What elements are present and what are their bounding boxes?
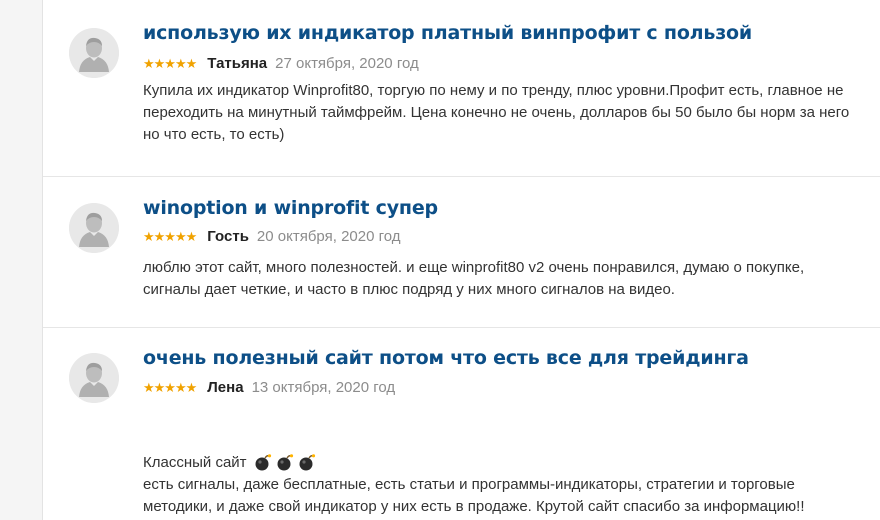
rating-stars-icon: ★★★★★ bbox=[143, 229, 197, 244]
review-text: люблю этот сайт, много полезностей. и ещ… bbox=[143, 257, 873, 301]
review-meta: ★★★★★ Лена 13 октября, 2020 год bbox=[143, 379, 395, 396]
review-text-line: есть сигналы, даже бесплатные, есть стат… bbox=[143, 476, 795, 493]
review-date: 20 октября, 2020 год bbox=[256, 228, 401, 245]
review-title[interactable]: использую их индикатор платный винпрофит… bbox=[143, 22, 752, 44]
bomb-emoji-icon bbox=[273, 453, 295, 471]
review-text-line: Купила их индикатор Winprofit80, торгую … bbox=[143, 82, 844, 99]
review-author: Гость bbox=[207, 228, 249, 245]
user-avatar-icon bbox=[69, 203, 119, 253]
review-date: 13 октября, 2020 год bbox=[251, 379, 396, 396]
review-title[interactable]: winoption и winprofit супер bbox=[143, 197, 438, 219]
bomb-emoji-icon bbox=[251, 453, 273, 471]
review-text-line: сигналы дает четкие, и часто в плюс подр… bbox=[143, 281, 675, 298]
review-author: Лена bbox=[207, 379, 244, 396]
user-avatar-icon bbox=[69, 353, 119, 403]
review-meta: ★★★★★ Татьяна 27 октября, 2020 год bbox=[143, 55, 419, 72]
review-text: Классный сайт есть сигналы, даже бесплат… bbox=[143, 452, 873, 518]
rating-stars-icon: ★★★★★ bbox=[143, 380, 197, 395]
review-text-line: люблю этот сайт, много полезностей. и ещ… bbox=[143, 259, 805, 276]
review-item: очень полезный сайт потом что есть все д… bbox=[43, 328, 880, 520]
review-title[interactable]: очень полезный сайт потом что есть все д… bbox=[143, 347, 749, 369]
user-avatar-icon bbox=[69, 28, 119, 78]
review-author: Татьяна bbox=[207, 55, 268, 72]
reviews-panel: использую их индикатор платный винпрофит… bbox=[42, 0, 880, 520]
rating-stars-icon: ★★★★★ bbox=[143, 56, 197, 71]
review-text-line: Классный сайт bbox=[143, 452, 873, 474]
review-text-line: переходить на минутный таймфрейм. Цена к… bbox=[143, 104, 850, 121]
review-text-line: но что есть, то есть) bbox=[143, 126, 285, 143]
review-item: использую их индикатор платный винпрофит… bbox=[43, 0, 880, 177]
review-text-line: методики, и даже свой индикатор у них ес… bbox=[143, 498, 805, 515]
review-text: Купила их индикатор Winprofit80, торгую … bbox=[143, 80, 873, 146]
review-item: winoption и winprofit супер ★★★★★ Гость … bbox=[43, 177, 880, 328]
review-text-first: Классный сайт bbox=[143, 454, 247, 471]
review-meta: ★★★★★ Гость 20 октября, 2020 год bbox=[143, 228, 401, 245]
review-date: 27 октября, 2020 год bbox=[275, 55, 419, 72]
bomb-emoji-icon bbox=[295, 453, 317, 471]
